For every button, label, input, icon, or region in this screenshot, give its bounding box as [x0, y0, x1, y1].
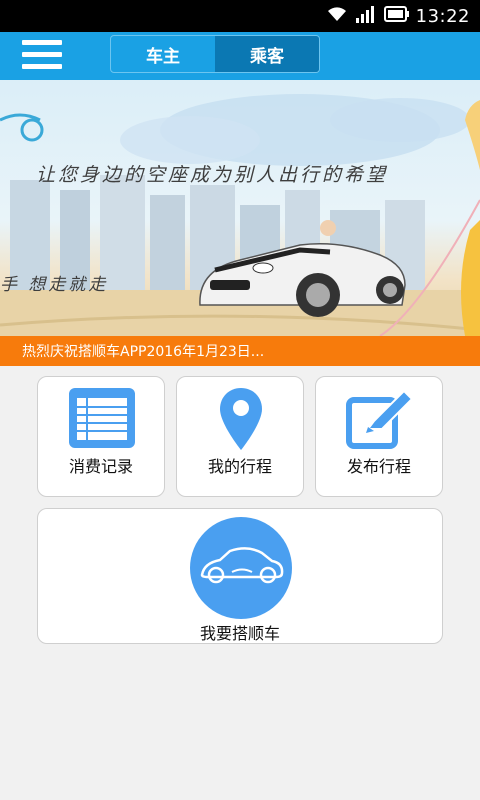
edit-pencil-icon [346, 389, 416, 453]
consumption-record-button[interactable]: 消费记录 [37, 376, 165, 497]
battery-icon [383, 6, 410, 26]
tab-passenger[interactable]: 乘客 [215, 36, 319, 72]
request-ride-label: 我要搭顺车 [199, 624, 280, 643]
hamburger-menu-icon[interactable] [22, 40, 62, 72]
consumption-record-label: 消费记录 [68, 457, 133, 476]
request-ride-button[interactable]: 我要搭顺车 [37, 508, 443, 644]
wifi-icon [326, 5, 348, 27]
location-pin-icon [220, 388, 262, 454]
status-bar: 13:22 [0, 0, 480, 32]
banner-illustration [0, 94, 480, 336]
publish-trip-button[interactable]: 发布行程 [315, 376, 443, 497]
banner-slogan: 让您身边的空座成为别人出行的希望 [36, 164, 389, 186]
my-trips-button[interactable]: 我的行程 [176, 376, 304, 497]
signal-icon [355, 5, 376, 27]
notice-text: 热烈庆祝搭顺车APP2016年1月23日... [22, 344, 265, 360]
notice-bar[interactable]: 热烈庆祝搭顺车APP2016年1月23日... [0, 336, 480, 366]
banner-slogan-secondary: 手 想走就走 [0, 275, 109, 295]
role-toggle: 车主 乘客 [110, 35, 320, 73]
publish-trip-label: 发布行程 [346, 457, 411, 476]
clock-time: 13:22 [415, 5, 470, 27]
tab-driver[interactable]: 车主 [111, 36, 215, 72]
promo-banner[interactable]: 让您身边的空座成为别人出行的希望 手 想走就走 [0, 80, 480, 336]
list-record-icon [69, 388, 135, 452]
my-trips-label: 我的行程 [207, 457, 272, 476]
app-header: 车主 乘客 [0, 32, 480, 80]
car-icon [188, 517, 294, 623]
